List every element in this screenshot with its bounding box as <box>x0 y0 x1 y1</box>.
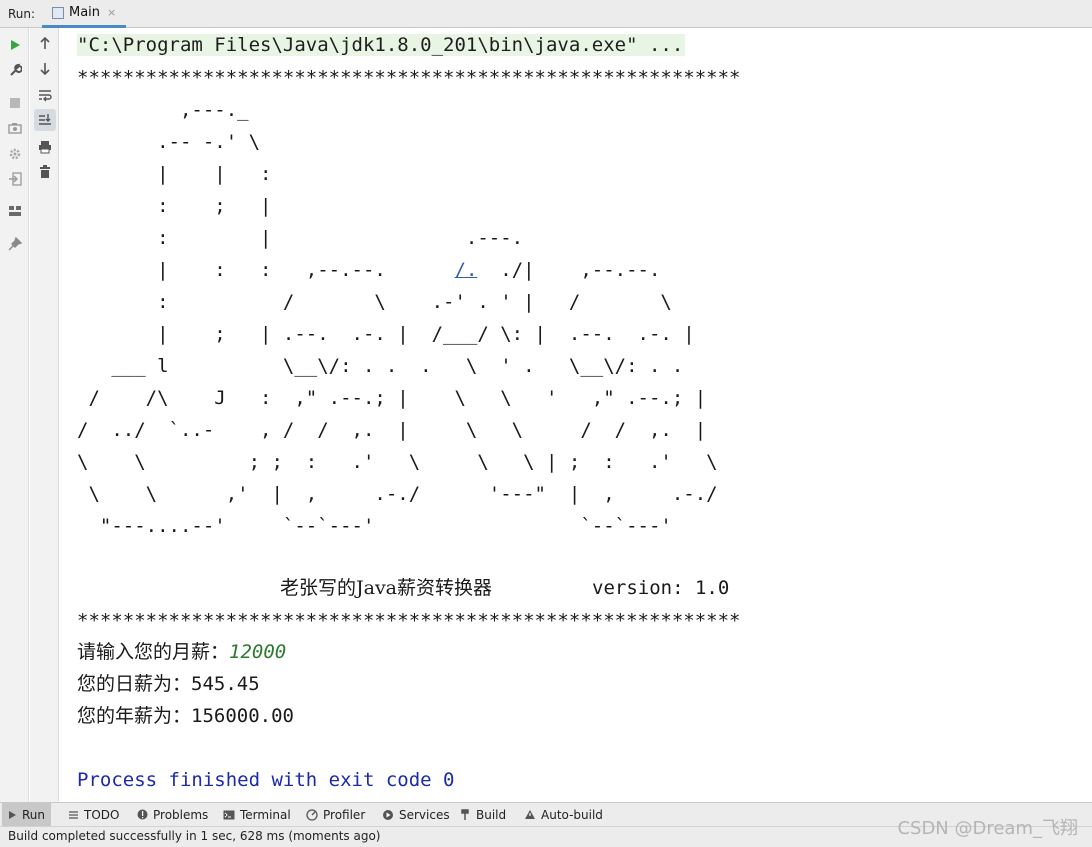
wrench-icon[interactable] <box>4 59 26 81</box>
app-title: 老张写的Java薪资转换器 <box>280 577 493 599</box>
yearly-salary-output: 您的年薪为：156000.00 <box>77 705 294 727</box>
arrow-down-icon[interactable] <box>34 58 56 80</box>
run-toolbar-left <box>0 28 29 802</box>
console-output[interactable]: "C:\Program Files\Java\jdk1.8.0_201\bin\… <box>61 28 1092 802</box>
scroll-to-end-icon[interactable] <box>34 109 56 131</box>
status-message[interactable]: Build completed successfully in 1 sec, 6… <box>8 829 380 843</box>
trash-icon[interactable] <box>34 161 56 183</box>
ascii-art-line: / /\ J : ," .--.; | \ \ ' ," .--.; | <box>77 387 707 409</box>
ascii-art-line: | ; | .--. .-. | /___/ \: | .--. .-. | <box>77 323 695 345</box>
ascii-art-line: : ; | <box>77 195 272 217</box>
tab-todo[interactable]: TODO <box>62 803 125 826</box>
monthly-salary-input: 12000 <box>229 641 287 663</box>
soft-wrap-icon[interactable] <box>34 84 56 106</box>
tab-problems[interactable]: Problems <box>131 803 214 826</box>
ascii-art-line: "---....--' `--`---' `--`---' <box>77 515 672 537</box>
banner-border-bottom: ****************************************… <box>77 610 741 632</box>
banner-border-top: ****************************************… <box>77 67 741 89</box>
pin-icon[interactable] <box>4 233 26 255</box>
warning-icon <box>525 810 535 819</box>
print-icon[interactable] <box>34 136 56 158</box>
watermark: CSDN @Dream_飞翔 <box>897 818 1078 839</box>
terminal-icon <box>223 810 235 819</box>
monthly-salary-prompt: 请输入您的月薪：12000 <box>77 641 287 663</box>
play-icon <box>9 810 16 819</box>
tab-auto-build[interactable]: Auto-build <box>518 803 609 826</box>
stop-icon[interactable] <box>4 92 26 114</box>
tab-main[interactable]: Main × <box>42 0 127 28</box>
ascii-art-line: .-- -.' \ <box>77 131 261 153</box>
application-icon <box>52 6 64 19</box>
tool-window-header: Run: Main × <box>0 0 1092 28</box>
services-icon <box>383 809 393 820</box>
version-label: version: 1.0 <box>592 577 730 599</box>
run-toolbar-right <box>30 28 59 802</box>
tab-build[interactable]: Build <box>453 803 512 826</box>
tab-label: Main <box>69 5 101 20</box>
exit-icon[interactable] <box>4 168 26 190</box>
list-icon <box>69 810 78 819</box>
profiler-icon <box>306 808 318 821</box>
ascii-art-line: / ../ `..- , / / ,. | \ \ / / ,. | <box>77 419 707 441</box>
console-hyperlink[interactable]: /. <box>455 259 478 281</box>
close-icon[interactable]: × <box>107 6 116 19</box>
command-line: "C:\Program Files\Java\jdk1.8.0_201\bin\… <box>77 34 686 56</box>
ascii-art-line: \ \ ; ; : .' \ \ \ | ; : .' \ <box>77 451 718 473</box>
layout-icon[interactable] <box>4 200 26 222</box>
tab-profiler[interactable]: Profiler <box>300 803 371 826</box>
ascii-art-line: ___ l \__\/: . . . \ ' . \__\/: . . <box>77 355 684 377</box>
tab-services[interactable]: Services <box>376 803 456 826</box>
exit-message: Process finished with exit code 0 <box>77 769 455 791</box>
hammer-icon <box>461 808 469 820</box>
run-icon[interactable] <box>4 34 26 56</box>
ascii-art-line: ,---._ <box>77 99 249 121</box>
arrow-up-icon[interactable] <box>34 32 56 54</box>
tab-terminal[interactable]: Terminal <box>217 803 297 826</box>
gear-icon[interactable] <box>4 143 26 165</box>
ascii-art-line: : / \ .-' . ' | / \ <box>77 291 672 313</box>
info-icon <box>137 809 148 820</box>
daily-salary-output: 您的日薪为：545.45 <box>77 673 260 695</box>
tab-run[interactable]: Run <box>2 803 52 826</box>
ascii-art-line: \ \ ,' | , .-./ '---" | , .-./ <box>77 483 718 505</box>
ascii-art-line: | : : ,--.--. /. ./| ,--.--. <box>77 259 661 281</box>
ascii-art-line: : | .---. <box>77 227 524 249</box>
run-label: Run: <box>8 7 36 21</box>
camera-icon[interactable] <box>4 117 26 139</box>
ascii-art-line: | | : <box>77 163 272 185</box>
